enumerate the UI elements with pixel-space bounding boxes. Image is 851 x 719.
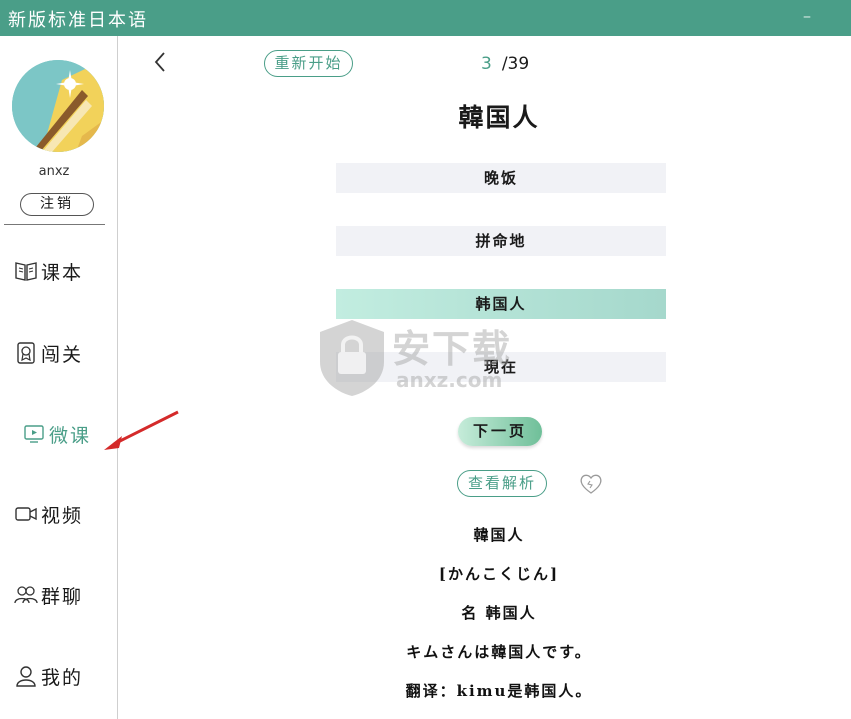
answer-option-selected[interactable]: 韩国人 bbox=[336, 289, 666, 319]
title-bar: 新版标准日本语 – bbox=[0, 0, 851, 36]
book-icon bbox=[14, 259, 38, 283]
explanation-word: 韓国人 bbox=[473, 526, 525, 544]
logout-button[interactable]: 注销 bbox=[20, 193, 94, 216]
favorite-button[interactable] bbox=[577, 470, 605, 498]
question-word: 韓国人 bbox=[458, 103, 540, 132]
answer-option[interactable]: 晚饭 bbox=[336, 163, 666, 193]
sidebar-item-micro-lesson[interactable]: 微课 bbox=[22, 419, 91, 449]
window-title: 新版标准日本语 bbox=[8, 10, 148, 31]
video-lesson-icon bbox=[22, 422, 46, 446]
sidebar-item-label: 微课 bbox=[49, 424, 92, 447]
sidebar-item-label: 群聊 bbox=[41, 585, 84, 608]
video-camera-icon bbox=[14, 502, 38, 526]
explanation-translation: 翻译：kimu是韩国人。 bbox=[405, 682, 593, 700]
sidebar-item-profile[interactable]: 我的 bbox=[14, 661, 83, 691]
quiz-panel: 重新开始 3/39 韓国人 晚饭 拼命地 韩国人 現在 下一页 查看解析 韓国人… bbox=[119, 36, 851, 719]
explanation-example: キムさんは韓国人です。 bbox=[406, 643, 592, 661]
user-icon bbox=[14, 664, 38, 688]
sidebar-item-label: 视频 bbox=[41, 504, 84, 527]
username: anxz bbox=[38, 164, 70, 179]
sidebar-item-challenge[interactable]: 闯关 bbox=[14, 338, 83, 368]
sidebar-divider bbox=[4, 224, 105, 225]
restart-button[interactable]: 重新开始 bbox=[264, 50, 353, 77]
sidebar-item-group-chat[interactable]: 群聊 bbox=[14, 580, 83, 610]
minimize-button[interactable]: – bbox=[797, 6, 817, 26]
badge-icon bbox=[14, 341, 38, 365]
answer-option[interactable]: 拼命地 bbox=[336, 226, 666, 256]
chevron-left-icon bbox=[154, 52, 165, 72]
next-page-button[interactable]: 下一页 bbox=[458, 417, 542, 446]
answer-option[interactable]: 現在 bbox=[336, 352, 666, 382]
avatar[interactable] bbox=[12, 60, 104, 152]
question-progress: 3/39 bbox=[481, 54, 529, 74]
explanation-meaning: 名 韩国人 bbox=[461, 604, 537, 622]
sidebar-item-textbook[interactable]: 课本 bbox=[14, 256, 83, 286]
sidebar: anxz 注销 课本 闯关 微课 视频 群聊 我的 bbox=[0, 36, 118, 719]
sidebar-item-label: 我的 bbox=[41, 666, 84, 689]
total-questions: /39 bbox=[501, 54, 530, 74]
heart-icon bbox=[580, 474, 602, 494]
avatar-image bbox=[12, 60, 104, 152]
sidebar-item-video[interactable]: 视频 bbox=[14, 499, 83, 529]
explanation-reading: [かんこくじん] bbox=[438, 565, 560, 583]
group-icon bbox=[14, 583, 38, 607]
current-question-number: 3 bbox=[481, 54, 492, 74]
sidebar-item-label: 课本 bbox=[41, 261, 84, 284]
back-button[interactable] bbox=[149, 49, 171, 75]
view-analysis-button[interactable]: 查看解析 bbox=[457, 470, 547, 497]
sidebar-item-label: 闯关 bbox=[41, 343, 84, 366]
